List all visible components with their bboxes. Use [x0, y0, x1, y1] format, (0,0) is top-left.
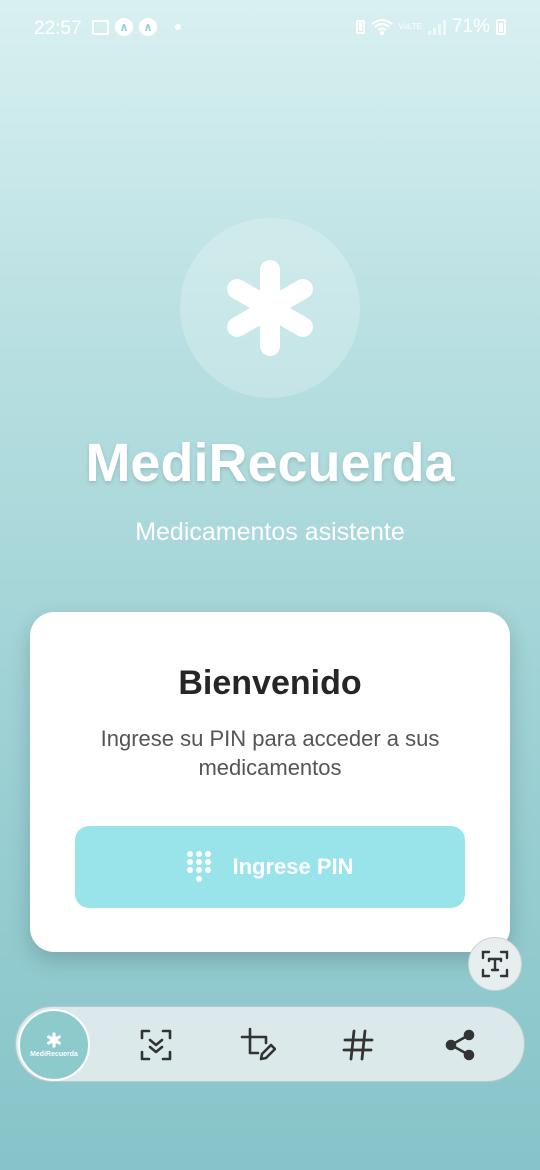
asterisk-icon — [47, 1032, 61, 1048]
app-title: MediRecuerda — [85, 433, 455, 493]
notification-icons: ∧ ∧ — [92, 18, 181, 36]
battery-icon — [496, 19, 506, 35]
signal-icon — [427, 19, 446, 35]
app-logo — [180, 218, 360, 398]
hashtag-button[interactable] — [338, 1025, 378, 1065]
enter-pin-label: Ingrese PIN — [232, 854, 354, 879]
scan-button[interactable] — [136, 1025, 176, 1065]
enter-pin-button[interactable]: Ingrese PIN — [75, 826, 465, 908]
welcome-description: Ingrese su PIN para acceder a sus medica… — [100, 726, 440, 780]
hashtag-icon — [342, 1029, 374, 1061]
wifi-icon — [370, 19, 393, 35]
scan-icon — [140, 1029, 172, 1061]
dialpad-icon — [187, 851, 212, 882]
crop-edit-icon — [240, 1027, 276, 1061]
battery-percent: 71% — [451, 16, 490, 37]
gallery-icon — [92, 19, 109, 35]
app-notification-icon: ∧ — [139, 18, 157, 36]
app-thumbnail-button[interactable]: MediRecuerda — [18, 1009, 90, 1081]
app-subtitle: Medicamentos asistente — [135, 518, 405, 546]
share-icon — [445, 1029, 475, 1061]
crop-edit-button[interactable] — [238, 1025, 278, 1065]
text-scan-icon — [481, 950, 509, 978]
welcome-title: Bienvenido — [178, 664, 362, 702]
welcome-card: Bienvenido Ingrese su PIN para acceder a… — [30, 612, 510, 952]
extract-text-button[interactable] — [468, 937, 522, 991]
more-notifications-icon — [175, 24, 181, 30]
asterisk-icon — [227, 260, 313, 356]
app-notification-icon: ∧ — [115, 18, 133, 36]
volte-icon: VoLTE — [398, 22, 422, 31]
share-button[interactable] — [440, 1025, 480, 1065]
status-bar: 22:57 ∧ ∧ VoLTE 71% — [0, 0, 540, 58]
app-thumbnail-label: MediRecuerda — [30, 1051, 78, 1058]
battery-saver-icon — [355, 20, 365, 34]
smart-select-toolbar: MediRecuerda — [15, 1006, 525, 1082]
status-time: 22:57 — [34, 18, 82, 39]
system-icons: VoLTE 71% — [355, 16, 506, 38]
